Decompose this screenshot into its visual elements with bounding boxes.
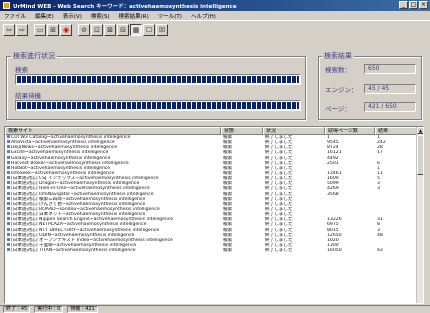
site-icon (7, 248, 10, 252)
grid-icon[interactable]: ▦ (130, 24, 142, 36)
site-icon (7, 201, 10, 205)
menu-edit[interactable]: 編集(E) (35, 12, 54, 20)
checked-box-icon[interactable]: ☒ (156, 24, 168, 36)
forward-icon[interactable]: ⇨ (16, 24, 28, 36)
site-name: [日本語対応] TITAN~activehaemosynthesis intel… (11, 248, 136, 254)
site-icon (7, 227, 10, 231)
results-group-title: 検索結果 (322, 51, 354, 61)
table-body: CUI W3 Catalog~activehaemosynthesis inte… (5, 135, 423, 253)
site-icon (7, 155, 10, 159)
status-bar: 終了 : 45 実行中 : 0 待機 : 421 (0, 305, 430, 313)
site-icon (7, 237, 10, 241)
page-value: 421 / 650 (364, 102, 416, 112)
minimize-button[interactable]: _ (399, 1, 408, 9)
header-page-count[interactable]: 取得ページ数 (325, 127, 375, 135)
menu-view[interactable]: 表示(V) (63, 12, 82, 20)
status-finished: 終了 : 45 (3, 306, 31, 313)
cell-status: 終了しました (265, 248, 293, 254)
title-bar: UrMind WEB - Web Search キーワード：activehaem… (0, 0, 430, 11)
site-icon (7, 170, 10, 174)
search-progress-label: 検索 (15, 66, 28, 74)
site-icon (7, 232, 10, 236)
count-label: 検索数： (325, 66, 351, 74)
new-search-icon[interactable]: ▭ (34, 24, 46, 36)
site-icon (7, 135, 10, 138)
site-icon (7, 242, 10, 246)
scroll-thumb[interactable] (417, 135, 423, 175)
table-scrollbar[interactable]: ▲ (416, 127, 423, 303)
results-progress-label: 結果待機 (15, 92, 41, 100)
table-header: 検索サイト 状態 状況 取得ページ数 結果 (5, 127, 423, 135)
close-button[interactable]: × (419, 1, 428, 9)
site-icon (7, 150, 10, 154)
site-icon (7, 212, 10, 216)
stop-icon[interactable]: ◉ (60, 24, 72, 36)
open-icon[interactable]: ⊞ (47, 24, 59, 36)
menu-bar: ファイル 編集(E) 表示(V) 検索(S) 検索結果(R) ツール(T) ヘル… (0, 11, 430, 21)
menu-results[interactable]: 検索結果(R) (119, 12, 149, 20)
table-row[interactable]: [日本語対応] TITAN~activehaemosynthesis intel… (5, 248, 423, 253)
window-title: UrMind WEB - Web Search キーワード：activehaem… (13, 3, 237, 10)
cancel-icon[interactable]: ⊘ (78, 24, 90, 36)
maximize-button[interactable]: □ (409, 1, 418, 9)
scroll-up-icon[interactable]: ▲ (417, 127, 423, 134)
cell-state: 検索 (223, 248, 233, 254)
progress-group-title: 検索進行状況 (11, 51, 57, 61)
menu-file[interactable]: ファイル (4, 12, 26, 20)
site-icon (7, 217, 10, 221)
refresh-icon[interactable]: ⊡ (91, 24, 103, 36)
page-label: ページ： (325, 105, 351, 113)
site-icon (7, 196, 10, 200)
count-value: 650 (364, 64, 416, 74)
list-icon[interactable]: ⊟ (117, 24, 129, 36)
app-icon (3, 2, 10, 9)
site-icon (7, 181, 10, 185)
menu-help[interactable]: ヘルプ(H) (191, 12, 216, 20)
status-running: 実行中 : 0 (34, 306, 64, 313)
results-progress-fill (17, 102, 299, 109)
site-icon (7, 165, 10, 169)
menu-search[interactable]: 検索(S) (91, 12, 110, 20)
status-waiting: 待機 : 421 (67, 306, 98, 313)
toolbar: ⇦ ⇨ ▭ ⊞ ◉ ⊘ ⊡ ⊠ ⊟ ▦ ☐ ☒ (3, 23, 168, 37)
engine-value: 45 / 45 (364, 84, 416, 94)
cell-page-count: 16050 (327, 248, 342, 254)
checkbox-icon[interactable]: ☐ (143, 24, 155, 36)
search-progress-fill (17, 76, 299, 83)
site-icon (7, 140, 10, 144)
delete-icon[interactable]: ⊠ (104, 24, 116, 36)
search-progress-bar (15, 74, 301, 85)
site-icon (7, 160, 10, 164)
header-status[interactable]: 状況 (263, 127, 325, 135)
header-site[interactable]: 検索サイト (5, 127, 221, 135)
back-icon[interactable]: ⇦ (3, 24, 15, 36)
engine-label: エンジン： (325, 86, 358, 94)
header-state[interactable]: 状態 (221, 127, 263, 135)
results-table: 検索サイト 状態 状況 取得ページ数 結果 CUI W3 Catalog~act… (4, 126, 424, 304)
menu-tools[interactable]: ツール(T) (158, 12, 182, 20)
site-icon (7, 186, 10, 190)
site-icon (7, 222, 10, 226)
site-icon (7, 191, 10, 195)
site-icon (7, 206, 10, 210)
site-icon (7, 145, 10, 149)
results-progress-bar (15, 100, 301, 111)
site-icon (7, 176, 10, 180)
cell-site: [日本語対応] TITAN~activehaemosynthesis intel… (5, 248, 221, 253)
